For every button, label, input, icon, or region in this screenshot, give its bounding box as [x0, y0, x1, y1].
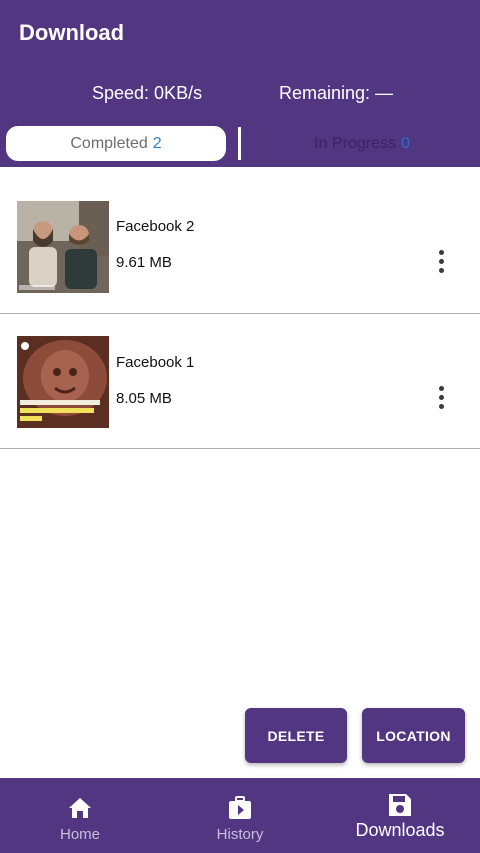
location-button[interactable]: LOCATION: [362, 708, 465, 763]
page-title: Download: [19, 20, 125, 45]
video-thumbnail: [17, 336, 109, 428]
file-size: 9.61 MB: [116, 254, 172, 271]
history-icon: [227, 796, 253, 820]
tab-divider: [238, 127, 241, 160]
download-item[interactable]: Facebook 1 8.05 MB: [0, 314, 480, 449]
more-options-icon[interactable]: [428, 384, 454, 410]
file-name: Facebook 1: [116, 354, 195, 371]
more-options-icon[interactable]: [428, 248, 454, 274]
app-header: Download Speed: 0KB/s Remaining: — Compl…: [0, 0, 480, 167]
file-size: 8.05 MB: [116, 390, 172, 407]
download-item[interactable]: Facebook 2 9.61 MB: [0, 179, 480, 314]
nav-history[interactable]: History: [195, 778, 285, 853]
tab-in-progress[interactable]: In Progress 0: [250, 126, 474, 161]
video-thumbnail: [17, 201, 109, 293]
home-icon: [67, 796, 93, 820]
bottom-navigation: Home History Downloads: [0, 778, 480, 853]
delete-button[interactable]: DELETE: [245, 708, 347, 763]
divider: [0, 448, 480, 449]
remaining-status: Remaining: —: [279, 83, 394, 103]
file-name: Facebook 2: [116, 218, 195, 235]
downloads-icon: [387, 792, 413, 816]
tab-in-progress-count: 0: [400, 134, 410, 152]
nav-home[interactable]: Home: [40, 778, 120, 853]
speed-status: Speed: 0KB/s: [92, 83, 203, 103]
tab-completed[interactable]: Completed 2: [6, 126, 226, 161]
tab-completed-label: Completed: [70, 134, 148, 152]
nav-home-label: Home: [59, 826, 100, 843]
nav-history-label: History: [216, 826, 264, 843]
tab-completed-count: 2: [152, 134, 162, 152]
nav-downloads-label: Downloads: [355, 820, 445, 840]
tab-in-progress-label: In Progress: [314, 134, 396, 152]
nav-downloads[interactable]: Downloads: [345, 778, 455, 853]
